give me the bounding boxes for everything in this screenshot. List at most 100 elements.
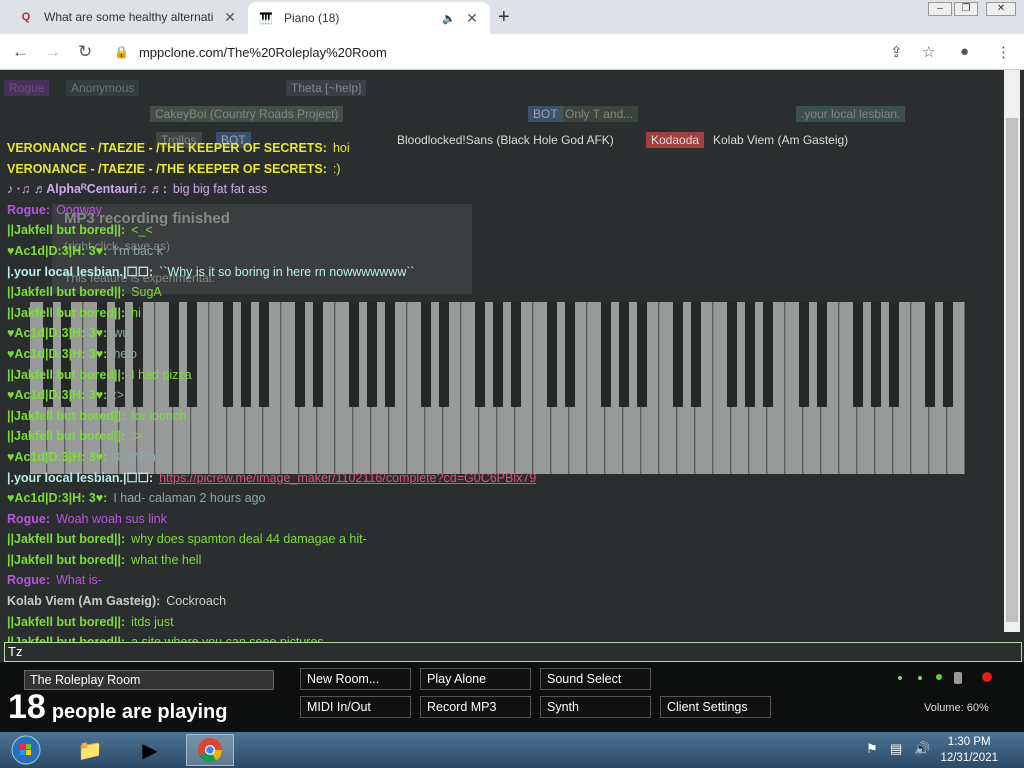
chat-author[interactable]: Kolab Viem (Am Gasteig): <box>7 594 160 608</box>
chat-author[interactable]: ||Jakfell but bored||: <box>7 285 125 299</box>
chat-author[interactable]: ||Jakfell but bored||: <box>7 429 125 443</box>
start-button[interactable] <box>2 734 50 766</box>
chat-message: Rogue: Woah woah sus link <box>7 509 997 530</box>
action-center-icon[interactable]: ⚑ <box>866 741 878 757</box>
chat-message: |.your local lesbian.|☐☐: https://picrew.… <box>7 468 997 489</box>
player-badge[interactable]: Only T and... <box>560 106 639 122</box>
close-tab-icon[interactable]: ✕ <box>222 9 238 26</box>
player-badge[interactable]: Rogue <box>4 80 50 96</box>
chat-author[interactable]: ♥Ac1d|D:3|H: 3♥: <box>7 347 107 361</box>
file-explorer-icon[interactable]: 📁 <box>66 734 114 766</box>
chat-message: ||Jakfell but bored||: hi <box>7 303 997 324</box>
new-tab-button[interactable]: + <box>498 6 510 29</box>
player-badge[interactable]: Anonymous <box>66 80 140 96</box>
indicator-light <box>936 674 942 680</box>
clock-date: 12/31/2021 <box>940 752 998 764</box>
network-icon[interactable]: ▤ <box>890 741 902 757</box>
midi-button[interactable]: MIDI In/Out <box>300 696 411 718</box>
speaker-icon[interactable]: 🔈 <box>442 12 456 25</box>
player-badge[interactable]: CakeyBoi (Country Roads Project) <box>150 106 344 122</box>
chat-message: VERONANCE - /TAEZIE - /THE KEEPER OF SEC… <box>7 159 997 180</box>
chat-author[interactable]: |.your local lesbian.|☐☐: <box>7 265 153 279</box>
chat-author[interactable]: VERONANCE - /TAEZIE - /THE KEEPER OF SEC… <box>7 141 327 155</box>
player-badge[interactable]: BOT <box>528 106 563 122</box>
chat-message: ♥Ac1d|D:3|H: 3♥: helo <box>7 344 997 365</box>
chat-message: ♥Ac1d|D:3|H: 3♥: I had- calaman 2 hours a… <box>7 488 997 509</box>
chat-author[interactable]: ♥Ac1d|D:3|H: 3♥: <box>7 244 107 258</box>
chat-input[interactable]: Tz <box>4 642 1022 662</box>
chat-message: ||Jakfell but bored||: what the hell <box>7 550 997 571</box>
chat-author[interactable]: |.your local lesbian.|☐☐: <box>7 471 153 485</box>
url-field[interactable]: 🔒 mppclone.com/The%20Roleplay%20Room <box>114 40 874 64</box>
volume-icon[interactable]: 🔊 <box>914 741 930 757</box>
chat-text: I had- calaman 2 hours ago <box>113 491 266 506</box>
chat-author[interactable]: ♥Ac1d|D:3|H: 3♥: <box>7 450 107 464</box>
chat-message: Rogue: What is- <box>7 570 997 591</box>
profile-icon[interactable]: ● <box>960 43 969 60</box>
back-icon[interactable]: ← <box>12 42 29 62</box>
chat-author[interactable]: ||Jakfell but bored||: <box>7 409 125 423</box>
url-text: mppclone.com/The%20Roleplay%20Room <box>138 44 387 60</box>
chat-author[interactable]: Rogue: <box>7 203 50 217</box>
chat-author[interactable]: ♥Ac1d|D:3|H: 3♥: <box>7 388 107 402</box>
tab-piano[interactable]: 🎹 Piano (18) 🔈 ✕ <box>248 2 490 34</box>
chat-author[interactable]: ||Jakfell but bored||: <box>7 223 125 237</box>
bookmark-star-icon[interactable]: ☆ <box>922 43 935 61</box>
chat-text: <_< <box>131 223 153 238</box>
chat-message: Rogue: Oogway <box>7 200 997 221</box>
share-icon[interactable]: ⇪ <box>890 43 903 61</box>
media-player-icon[interactable]: ▶ <box>126 734 174 766</box>
chat-text: for loonch <box>131 408 187 423</box>
forward-icon[interactable]: → <box>44 42 61 62</box>
chat-text: SugA <box>131 285 162 300</box>
tab-title: Piano (18) <box>284 11 340 25</box>
chat-text: :) <box>332 161 341 176</box>
chat-scrollbar[interactable] <box>1004 70 1020 632</box>
scrollbar-thumb[interactable] <box>1006 118 1018 622</box>
sound-select-button[interactable]: Sound Select <box>540 668 651 690</box>
address-bar: ← → ↻ 🔒 mppclone.com/The%20Roleplay%20Ro… <box>0 34 1024 70</box>
chat-author[interactable]: ||Jakfell but bored||: <box>7 306 125 320</box>
clock[interactable]: 1:30 PM 12/31/2021 <box>940 734 998 766</box>
chat-text: hoi <box>332 141 350 155</box>
control-bar: The Roleplay Room New Room... Play Alone… <box>0 662 1024 732</box>
chat-text: what the hell <box>131 552 202 567</box>
chat-author[interactable]: ♪ ·♫ ♬AlphaᴿCentauri♫ ♬: <box>7 182 167 196</box>
chat-text: !OoNch <box>113 449 156 464</box>
chat-author[interactable]: ♥Ac1d|D:3|H: 3♥: <box>7 326 107 340</box>
chat-link[interactable]: https://picrew.me/image_maker/1102116/co… <box>159 471 536 485</box>
close-window-button[interactable]: ✕ <box>986 2 1016 16</box>
room-select[interactable]: The Roleplay Room <box>24 670 274 690</box>
chrome-icon[interactable] <box>186 734 234 766</box>
restore-button[interactable]: ❐ <box>954 2 978 16</box>
chat-message: ||Jakfell but bored||: <_< <box>7 220 997 241</box>
chat-author[interactable]: ||Jakfell but bored||: <box>7 532 125 546</box>
menu-icon[interactable]: ⋮ <box>996 43 1011 61</box>
chat-author[interactable]: ||Jakfell but bored||: <box>7 368 125 382</box>
chat-text: why does spamton deal 44 damagae a hit- <box>131 532 367 547</box>
play-alone-button[interactable]: Play Alone <box>420 668 531 690</box>
chat-author[interactable]: Rogue: <box>7 512 50 526</box>
chat-author[interactable]: ♥Ac1d|D:3|H: 3♥: <box>7 491 107 505</box>
reload-icon[interactable]: ↻ <box>78 42 92 62</box>
record-mp3-button[interactable]: Record MP3 <box>420 696 531 718</box>
chat-author[interactable]: ||Jakfell but bored||: <box>7 553 125 567</box>
chat-author[interactable]: VERONANCE - /TAEZIE - /THE KEEPER OF SEC… <box>7 162 327 176</box>
minimize-button[interactable]: – <box>928 2 952 16</box>
tab-quora[interactable]: Q What are some healthy alternati ✕ <box>8 0 248 34</box>
chat-author[interactable]: Rogue: <box>7 573 50 587</box>
synth-button[interactable]: Synth <box>540 696 651 718</box>
new-room-button[interactable]: New Room... <box>300 668 411 690</box>
chat-message: ♪ ·♫ ♬AlphaᴿCentauri♫ ♬: big big fat fat … <box>7 179 997 200</box>
tab-title: What are some healthy alternati <box>44 10 214 24</box>
close-tab-icon[interactable]: ✕ <box>464 10 480 27</box>
client-settings-button[interactable]: Client Settings <box>660 696 771 718</box>
chat-message: ♥Ac1d|D:3|H: 3♥::> <box>7 385 997 406</box>
chat-author[interactable]: ||Jakfell but bored||: <box>7 615 125 629</box>
chat-message: |.your local lesbian.|☐☐: ``Why is it so … <box>7 262 997 283</box>
volume-knob[interactable] <box>954 672 962 684</box>
chat-message: ♥Ac1d|D:3|H: 3♥: I'm bac k <box>7 241 997 262</box>
player-badge[interactable]: .your local lesbian. <box>796 106 906 122</box>
player-badge[interactable]: Theta [~help] <box>286 80 367 96</box>
chat-log: VERONANCE - /TAEZIE - /THE KEEPER OF SEC… <box>7 138 997 694</box>
